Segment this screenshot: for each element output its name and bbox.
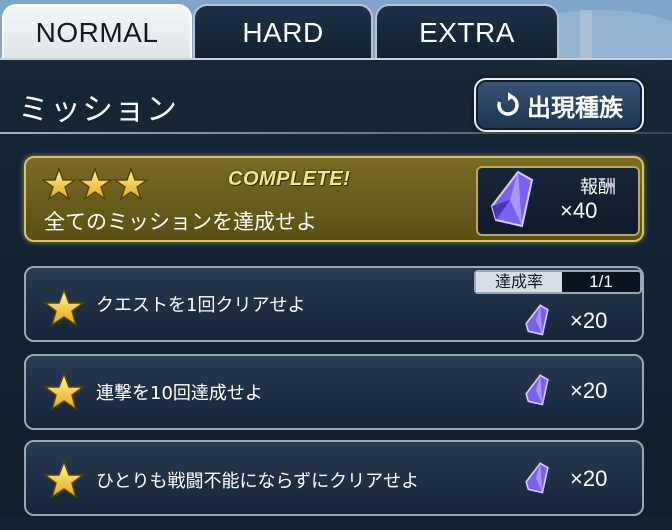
mission-text-3: ひとりも戦闘不能にならずにクリアせよ: [96, 471, 420, 492]
achievement-rate-label: 達成率: [476, 272, 562, 292]
achievement-rate: 達成率 1/1: [474, 270, 642, 294]
mission-reward-3: ×20: [570, 466, 608, 491]
mission-text-1: クエストを1回クリアせよ: [96, 295, 306, 316]
title-divider: [0, 132, 672, 134]
star-icon: [44, 460, 84, 499]
mission-text-2: 連撃を10回達成せよ: [96, 383, 263, 404]
mission-reward-1: ×20: [570, 308, 608, 333]
star-icon: [44, 288, 84, 327]
three-star-rating: [42, 168, 148, 200]
star-icon: [42, 168, 76, 200]
star-icon: [114, 168, 148, 200]
tab-normal[interactable]: NORMAL: [2, 4, 192, 60]
mission-reward-2: ×20: [570, 378, 608, 403]
achievement-rate-value: 1/1: [589, 272, 613, 291]
tab-hard[interactable]: HARD: [193, 4, 373, 60]
mission-text-complete: 全てのミッションを達成せよ: [44, 210, 317, 234]
star-icon: [44, 372, 84, 411]
crystal-icon: [525, 374, 549, 406]
crystal-icon: [525, 462, 549, 494]
tab-hard-label: HARD: [242, 17, 324, 48]
tab-normal-label: NORMAL: [35, 17, 159, 48]
refresh-icon: [497, 92, 519, 116]
reward-label: 報酬: [580, 177, 616, 198]
crystal-icon: [525, 304, 549, 336]
crystal-icon: [490, 170, 534, 228]
appear-species-label: 出現種族: [527, 93, 623, 122]
star-icon: [78, 168, 112, 200]
complete-badge: COMPLETE!: [228, 168, 351, 190]
tab-extra[interactable]: EXTRA: [375, 4, 559, 60]
page-title: ミッション: [18, 92, 178, 127]
appear-species-button[interactable]: 出現種族: [474, 78, 644, 132]
tab-extra-label: EXTRA: [419, 17, 515, 48]
reward-amount: ×40: [560, 198, 598, 223]
